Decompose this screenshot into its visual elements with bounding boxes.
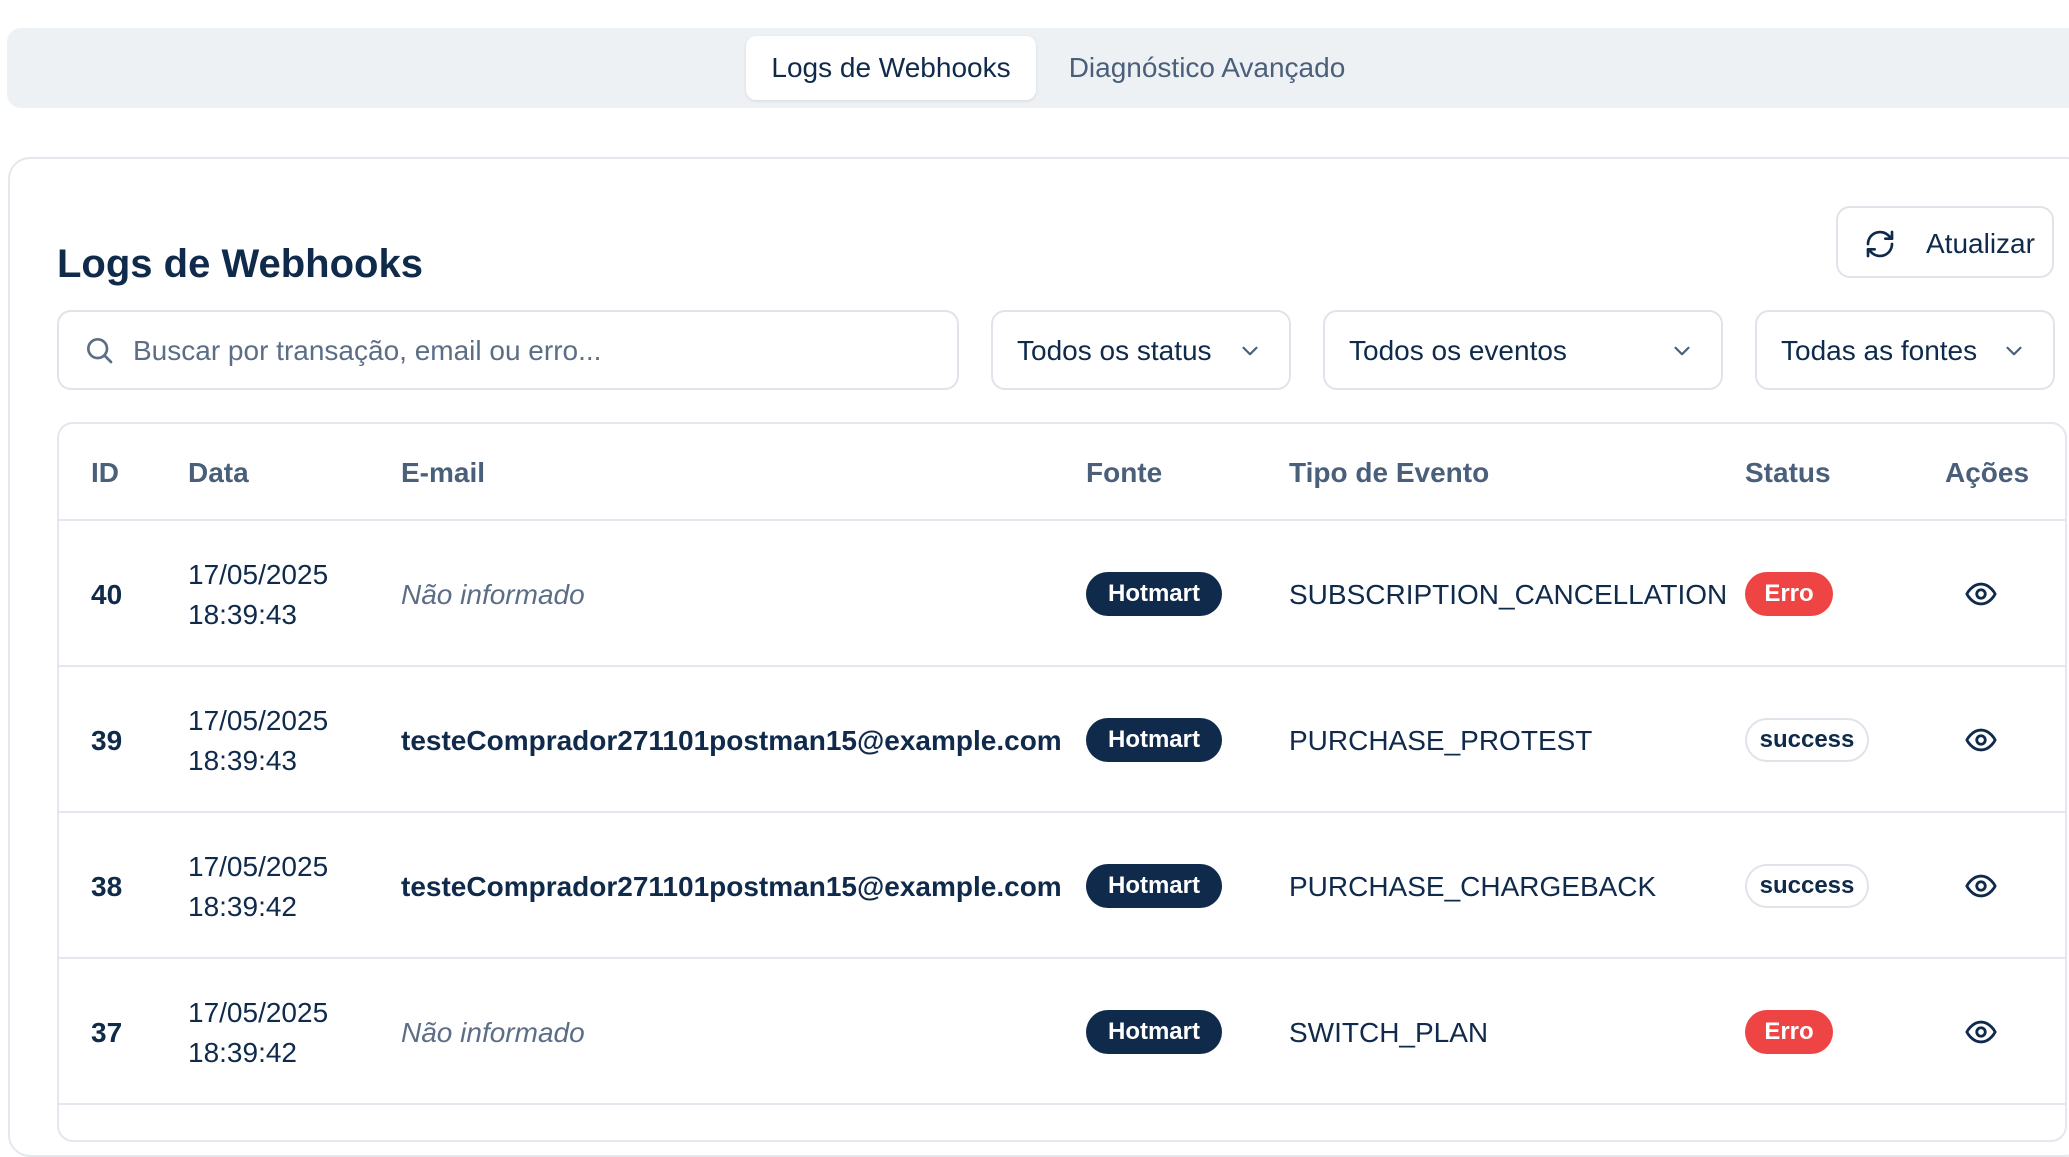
row-date: 17/05/2025 [188, 705, 329, 736]
search-icon [87, 338, 113, 364]
source-badge: Hotmart [1086, 1010, 1222, 1054]
column-header-acoes: Ações [1945, 457, 2030, 488]
chevron-down-icon [2006, 346, 2022, 356]
column-header-status: Status [1745, 457, 1831, 488]
row-event-type: PURCHASE_CHARGEBACK [1289, 871, 1657, 902]
search-box [57, 310, 959, 390]
divider [59, 519, 2067, 521]
tab-diagnostico-avancado[interactable]: Diagnóstico Avançado [1057, 36, 1357, 100]
row-email: testeComprador271101postman15@example.co… [401, 725, 1062, 756]
row-time: 18:39:42 [188, 1037, 297, 1068]
column-header-tipo-evento: Tipo de Evento [1289, 457, 1490, 488]
eye-icon[interactable] [1964, 723, 1998, 757]
row-date: 17/05/2025 [188, 559, 329, 590]
row-email: Não informado [401, 579, 585, 610]
divider [59, 665, 2067, 667]
page-title: Logs de Webhooks [57, 242, 423, 286]
row-id: 40 [91, 579, 123, 610]
source-badge: Hotmart [1086, 572, 1222, 616]
status-badge: success [1745, 718, 1869, 762]
event-filter-value: Todos os eventos [1349, 335, 1567, 366]
eye-icon[interactable] [1964, 869, 1998, 903]
chevron-down-icon [1674, 346, 1690, 356]
row-id: 38 [91, 871, 123, 902]
tab-logs-webhooks[interactable]: Logs de Webhooks [746, 36, 1036, 100]
divider [59, 957, 2067, 959]
status-badge: Erro [1745, 572, 1833, 616]
row-time: 18:39:42 [188, 891, 297, 922]
source-badge: Hotmart [1086, 718, 1222, 762]
row-id: 37 [91, 1017, 123, 1048]
row-event-type: SWITCH_PLAN [1289, 1017, 1489, 1048]
eye-icon[interactable] [1964, 1015, 1998, 1049]
chevron-down-icon [1242, 346, 1258, 356]
column-header-data: Data [188, 457, 249, 488]
status-filter-value: Todos os status [1017, 335, 1212, 366]
row-id: 39 [91, 725, 123, 756]
source-filter-select[interactable]: Todas as fontes [1755, 310, 2055, 390]
divider [59, 811, 2067, 813]
search-input[interactable] [131, 324, 935, 378]
event-filter-select[interactable]: Todos os eventos [1323, 310, 1723, 390]
row-time: 18:39:43 [188, 599, 297, 630]
row-time: 18:39:43 [188, 745, 297, 776]
source-badge: Hotmart [1086, 864, 1222, 908]
row-date: 17/05/2025 [188, 851, 329, 882]
row-date: 17/05/2025 [188, 997, 329, 1028]
status-badge: success [1745, 864, 1869, 908]
row-email: Não informado [401, 1017, 585, 1048]
refresh-button[interactable]: Atualizar [1836, 206, 2054, 278]
refresh-button-label: Atualizar [1926, 228, 2035, 259]
eye-icon[interactable] [1964, 577, 1998, 611]
row-event-type: SUBSCRIPTION_CANCELLATION [1289, 579, 1728, 610]
status-filter-select[interactable]: Todos os status [991, 310, 1291, 390]
source-filter-value: Todas as fontes [1781, 335, 1978, 366]
divider [59, 1103, 2067, 1105]
refresh-icon [1866, 230, 1894, 258]
column-header-id: ID [91, 457, 119, 488]
row-event-type: PURCHASE_PROTEST [1289, 725, 1593, 756]
column-header-fonte: Fonte [1086, 457, 1163, 488]
row-email: testeComprador271101postman15@example.co… [401, 871, 1062, 902]
tab-bar: Logs de Webhooks Diagnóstico Avançado [7, 28, 2069, 108]
column-header-email: E-mail [401, 457, 486, 488]
status-badge: Erro [1745, 1010, 1833, 1054]
